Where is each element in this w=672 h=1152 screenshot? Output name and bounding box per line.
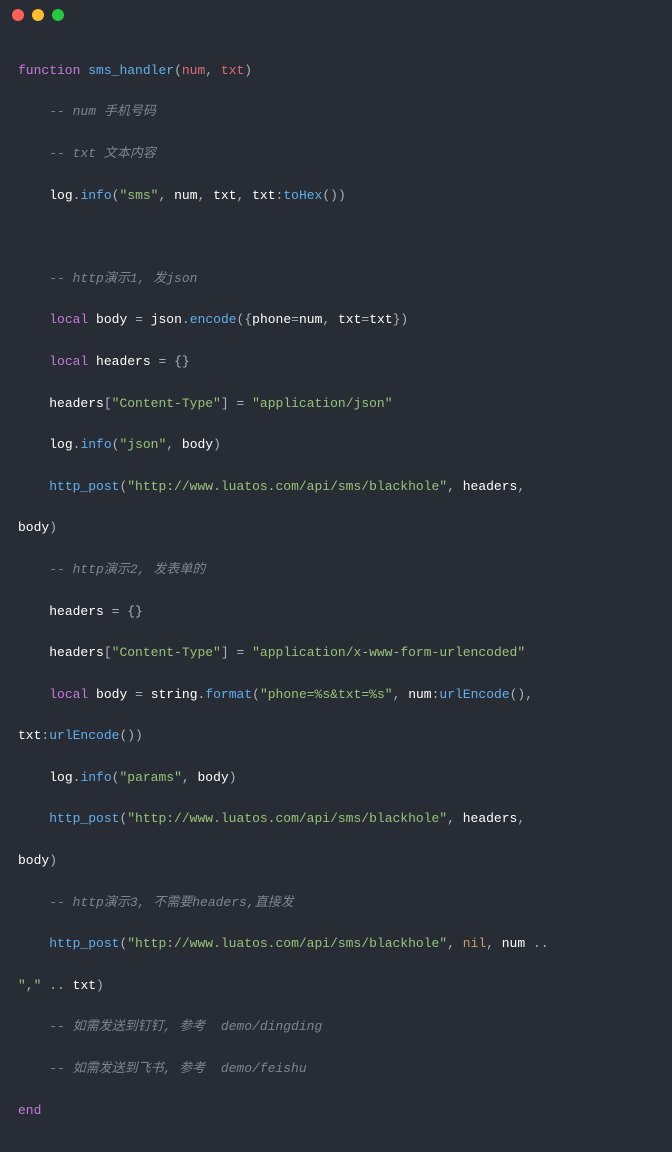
string: "http://www.luatos.com/api/sms/blackhole… (127, 479, 447, 494)
string: "http://www.luatos.com/api/sms/blackhole… (127, 936, 447, 951)
key: txt (338, 312, 361, 327)
code-line: log.info("sms", num, txt, txt:toHex()) (18, 186, 654, 207)
code-line: -- http演示2, 发表单的 (18, 560, 654, 581)
variable: headers (49, 645, 104, 660)
keyword: local (49, 687, 88, 702)
code-line: end (18, 1101, 654, 1122)
function-name: sms_handler (88, 63, 174, 78)
method: urlEncode (439, 687, 509, 702)
variable: headers (96, 354, 151, 369)
window-titlebar (0, 0, 672, 30)
identifier: txt (369, 312, 392, 327)
string: "application/json" (252, 396, 392, 411)
code-line: headers["Content-Type"] = "application/j… (18, 394, 654, 415)
code-line: -- 如需发送到钉钉, 参考 demo/dingding (18, 1017, 654, 1038)
comment: -- http演示2, 发表单的 (49, 562, 205, 577)
variable: headers (49, 604, 104, 619)
code-line: "," .. txt) (18, 976, 654, 997)
comment: -- num 手机号码 (49, 104, 156, 119)
identifier: num (502, 936, 525, 951)
code-line: body) (18, 851, 654, 872)
string: "params" (119, 770, 181, 785)
identifier: body (182, 437, 213, 452)
identifier: body (198, 770, 229, 785)
param: txt (221, 63, 244, 78)
identifier: num (408, 687, 431, 702)
comment: -- 如需发送到飞书, 参考 demo/feishu (49, 1061, 306, 1076)
string: "json" (119, 437, 166, 452)
code-line: local body = string.format("phone=%s&txt… (18, 685, 654, 706)
identifier: txt (73, 978, 96, 993)
method: info (80, 770, 111, 785)
identifier: txt (18, 728, 41, 743)
string: "sms" (119, 188, 158, 203)
object: string (151, 687, 198, 702)
comment: -- http演示1, 发json (49, 271, 197, 286)
key: phone (252, 312, 291, 327)
close-icon[interactable] (12, 9, 24, 21)
code-line: function sms_handler(num, txt) (18, 61, 654, 82)
maximize-icon[interactable] (52, 9, 64, 21)
code-line: -- txt 文本内容 (18, 144, 654, 165)
method: encode (190, 312, 237, 327)
nil-literal: nil (463, 936, 486, 951)
object: log (49, 770, 72, 785)
identifier: num (299, 312, 322, 327)
identifier: body (18, 853, 49, 868)
identifier: txt (252, 188, 275, 203)
identifier: num (174, 188, 197, 203)
code-line: headers["Content-Type"] = "application/x… (18, 643, 654, 664)
comment: -- txt 文本内容 (49, 146, 156, 161)
variable: body (96, 312, 127, 327)
code-line: headers = {} (18, 602, 654, 623)
keyword: local (49, 312, 88, 327)
method: toHex (283, 188, 322, 203)
code-line: -- http演示3, 不需要headers,直接发 (18, 893, 654, 914)
variable: headers (49, 396, 104, 411)
object: json (151, 312, 182, 327)
function-call: http_post (49, 811, 119, 826)
code-line: txt:urlEncode()) (18, 726, 654, 747)
comment: -- http演示3, 不需要headers,直接发 (49, 895, 293, 910)
code-line: local body = json.encode({phone=num, txt… (18, 310, 654, 331)
object: log (49, 437, 72, 452)
code-line: -- 如需发送到飞书, 参考 demo/feishu (18, 1059, 654, 1080)
param: num (182, 63, 205, 78)
string: "Content-Type" (112, 645, 221, 660)
method: format (205, 687, 252, 702)
keyword: function (18, 63, 80, 78)
code-line: -- http演示1, 发json (18, 269, 654, 290)
identifier: body (18, 520, 49, 535)
object: log (49, 188, 72, 203)
minimize-icon[interactable] (32, 9, 44, 21)
keyword: end (18, 1103, 41, 1118)
variable: body (96, 687, 127, 702)
string: "application/x-www-form-urlencoded" (252, 645, 525, 660)
string: "http://www.luatos.com/api/sms/blackhole… (127, 811, 447, 826)
method: urlEncode (49, 728, 119, 743)
code-line: http_post("http://www.luatos.com/api/sms… (18, 934, 654, 955)
code-line: -- num 手机号码 (18, 102, 654, 123)
keyword: local (49, 354, 88, 369)
code-line: http_post("http://www.luatos.com/api/sms… (18, 477, 654, 498)
code-line: http_post("http://www.luatos.com/api/sms… (18, 809, 654, 830)
function-call: http_post (49, 479, 119, 494)
identifier: headers (463, 811, 518, 826)
string: "phone=%s&txt=%s" (260, 687, 393, 702)
code-line: log.info("params", body) (18, 768, 654, 789)
code-line: body) (18, 518, 654, 539)
code-line: local headers = {} (18, 352, 654, 373)
comment: -- 如需发送到钉钉, 参考 demo/dingding (49, 1019, 322, 1034)
method: info (80, 437, 111, 452)
identifier: headers (463, 479, 518, 494)
string: "," (18, 978, 41, 993)
string: "Content-Type" (112, 396, 221, 411)
function-call: http_post (49, 936, 119, 951)
code-line: log.info("json", body) (18, 435, 654, 456)
code-line (18, 227, 654, 248)
method: info (80, 188, 111, 203)
code-editor: function sms_handler(num, txt) -- num 手机… (0, 30, 672, 1152)
identifier: txt (213, 188, 236, 203)
